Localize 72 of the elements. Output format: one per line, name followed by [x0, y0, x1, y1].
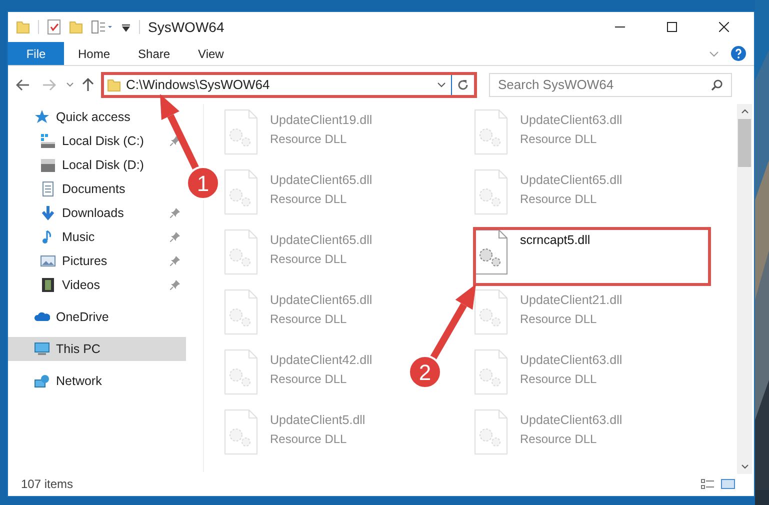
download-icon [40, 205, 56, 221]
file-type: Resource DLL [520, 130, 598, 148]
window-title: SysWOW64 [148, 18, 224, 37]
pin-icon[interactable] [170, 208, 180, 218]
customize-toolbar-icon[interactable] [121, 22, 131, 32]
drive-icon [40, 157, 56, 173]
maximize-icon [667, 22, 677, 32]
ribbon-tab[interactable]: Home [64, 42, 124, 65]
new-folder-icon[interactable] [69, 20, 83, 34]
document-icon [40, 181, 56, 197]
sidebar-item[interactable]: Local Disk (D:) [8, 153, 186, 177]
pin-icon[interactable] [170, 280, 180, 290]
sidebar-item[interactable]: Music [8, 225, 186, 249]
pin-icon[interactable] [170, 232, 180, 242]
file-name[interactable]: scrncapt5.dll [520, 231, 590, 250]
refresh-icon[interactable] [457, 79, 469, 91]
search-input[interactable]: Search SysWOW64 [498, 75, 711, 95]
address-bar[interactable]: C:\Windows\SysWOW64 [101, 72, 477, 98]
item-count: 107 items [21, 476, 74, 493]
sidebar-item[interactable]: This PC [8, 337, 186, 361]
scrollbar[interactable] [737, 104, 752, 474]
forward-icon[interactable] [42, 79, 56, 91]
picture-icon [40, 253, 56, 269]
sidebar-item[interactable]: Pictures [8, 249, 186, 273]
file-type: Resource DLL [270, 130, 348, 148]
large-icons-view-icon[interactable] [721, 479, 735, 489]
file-type: Resource DLL [270, 430, 348, 448]
help-icon[interactable] [731, 46, 746, 61]
search-icon [711, 79, 723, 91]
file-type: Resource DLL [270, 310, 348, 328]
star-icon [34, 109, 50, 125]
sidebar-item[interactable]: Network [8, 369, 186, 393]
details-view-icon[interactable] [701, 479, 715, 489]
file-type: Resource DLL [270, 250, 348, 268]
ribbon-tab[interactable]: View [184, 42, 238, 65]
sidebar-item[interactable]: Videos [8, 273, 186, 297]
ribbon-tab[interactable]: File [8, 42, 64, 65]
file-type: Resource DLL [520, 310, 598, 328]
folder-icon [107, 78, 121, 92]
minimize-icon [615, 26, 625, 28]
sidebar-item[interactable]: Documents [8, 177, 186, 201]
file-type: Resource DLL [270, 370, 348, 388]
scroll-down-icon[interactable] [740, 464, 748, 469]
sidebar-item[interactable]: OneDrive [8, 305, 186, 329]
network-icon [34, 373, 50, 389]
pin-icon[interactable] [170, 256, 180, 266]
film-icon [40, 277, 56, 293]
scrollbar-thumb[interactable] [738, 119, 751, 167]
address-text: C:\Windows\SysWOW64 [126, 76, 270, 94]
file-type: Resource DLL [520, 430, 598, 448]
back-icon[interactable] [16, 79, 30, 91]
close-icon [719, 22, 729, 32]
scroll-up-icon[interactable] [740, 109, 748, 114]
dropdown-icon[interactable] [437, 82, 446, 88]
recent-locations-icon[interactable] [66, 82, 74, 88]
monitor-icon [34, 341, 50, 357]
drive-icon [40, 133, 56, 149]
file-type: Resource DLL [520, 370, 598, 388]
folder-icon[interactable] [16, 20, 30, 34]
sidebar-item[interactable]: Local Disk (C:) [8, 129, 186, 153]
up-icon[interactable] [82, 78, 94, 92]
file-type: Resource DLL [520, 190, 598, 208]
dll-file-icon[interactable] [474, 229, 508, 275]
sidebar-item[interactable]: Downloads [8, 201, 186, 225]
expand-ribbon-icon[interactable] [709, 50, 719, 56]
ribbon-tab[interactable]: Share [124, 42, 184, 65]
view-menu-icon[interactable] [91, 20, 113, 34]
pin-icon[interactable] [170, 136, 180, 146]
sidebar-item[interactable]: Quick access [8, 105, 186, 129]
properties-icon[interactable] [47, 19, 61, 35]
search-field[interactable]: Search SysWOW64 [489, 73, 732, 97]
file-type: Resource DLL [270, 190, 348, 208]
